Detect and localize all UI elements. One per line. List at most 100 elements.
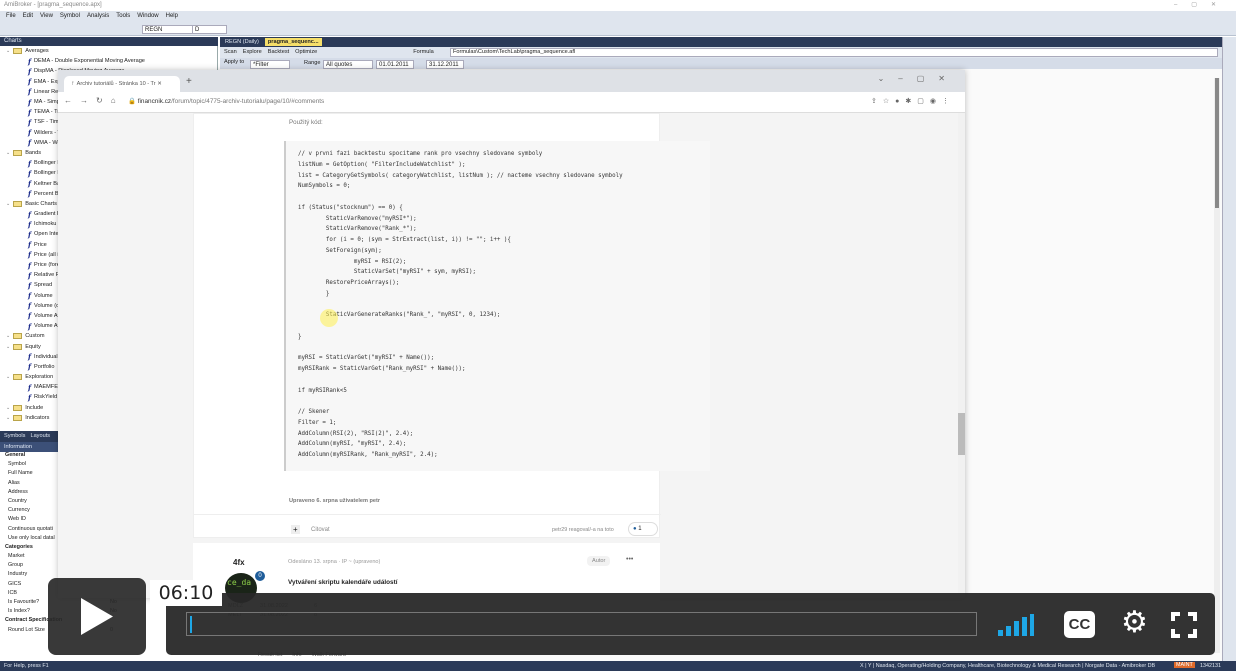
formula-icon: f <box>28 250 32 260</box>
info-label: Market <box>8 553 25 560</box>
info-label: Categories <box>5 543 33 550</box>
formula-icon: f <box>28 229 32 239</box>
chevron-icon[interactable]: ⌄ <box>6 344 10 350</box>
new-tab-button[interactable]: + <box>186 76 192 87</box>
interval-combo[interactable]: D <box>192 25 227 34</box>
formula-icon: f <box>28 66 32 76</box>
info-label: ICB <box>8 589 17 596</box>
volume-icon[interactable] <box>998 614 1034 636</box>
chevron-icon[interactable]: ⌄ <box>6 201 10 207</box>
folder-icon <box>13 149 23 156</box>
menu-edit[interactable]: Edit <box>23 13 33 21</box>
tree-label: Custom <box>25 333 45 340</box>
app-title: AmiBroker - [pragma_sequence.apx] <box>4 2 102 8</box>
tree-label: Equity <box>25 343 41 350</box>
reactions-text[interactable]: petr29 reagoval/-a na toto <box>552 527 614 533</box>
backtest-button[interactable]: Backtest <box>268 49 289 56</box>
menu-analysis[interactable]: Analysis <box>87 13 109 21</box>
to-date[interactable]: 31.12.2011 <box>426 60 464 69</box>
window-controls[interactable]: –▢✕ <box>1174 1 1230 8</box>
tree-label: RiskYield <box>34 394 58 401</box>
chevron-icon[interactable]: ⌄ <box>6 48 10 54</box>
info-label: Round Lot Size <box>8 626 45 633</box>
fullscreen-icon[interactable] <box>1171 612 1197 638</box>
tree-label: Indicators <box>25 414 50 421</box>
plus-icon[interactable]: + <box>291 525 300 534</box>
browser-tab[interactable]: f Archiv tutoriálů - Stránka 10 - Tr ✕ <box>64 76 180 92</box>
chevron-icon[interactable]: ⌄ <box>6 150 10 156</box>
from-date[interactable]: 01.01.2011 <box>376 60 414 69</box>
apply-to-select[interactable]: *Filter <box>250 60 290 69</box>
play-button[interactable] <box>48 578 146 655</box>
formula-icon: f <box>28 107 32 117</box>
reaction-badge[interactable]: ● 1 <box>628 522 658 536</box>
playhead[interactable] <box>189 616 192 633</box>
tab-pragma-sequence[interactable]: pragma_sequenc... <box>264 38 322 46</box>
folder-icon <box>13 333 23 340</box>
menu-window[interactable]: Window <box>137 13 158 21</box>
close-tab-icon[interactable]: ✕ <box>156 81 162 87</box>
formula-icon: f <box>28 362 32 372</box>
tree-label: Volume At <box>34 323 60 330</box>
nav-buttons[interactable]: ←→↻⌂ <box>64 96 124 105</box>
info-label: Full Name <box>8 470 33 477</box>
cc-icon[interactable]: CC <box>1064 611 1095 638</box>
chevron-icon[interactable]: ⌄ <box>6 333 10 339</box>
folder-icon <box>13 404 23 411</box>
formula-icon: f <box>28 270 32 280</box>
url-field[interactable]: 🔒 financnik.cz/forum/topic/4775-archiv-t… <box>128 97 324 105</box>
info-label: Is Index? <box>8 608 30 615</box>
menu-help[interactable]: Help <box>166 13 178 21</box>
status-info: X | Y | Nasdaq, Operating/Holding Compan… <box>860 663 1156 669</box>
info-label: Country <box>8 497 27 504</box>
menu-view[interactable]: View <box>40 13 53 21</box>
main-scrollbar[interactable] <box>1214 78 1220 653</box>
range-label: Range <box>304 60 321 66</box>
tab-symbols[interactable]: Symbols <box>4 433 25 440</box>
post-author[interactable]: 4fx <box>233 558 245 567</box>
status-help: For Help, press F1 <box>4 663 49 669</box>
tab-regn-daily[interactable]: REGN (Daily) <box>222 38 262 46</box>
info-label: General <box>5 452 26 458</box>
info-label: Currency <box>8 507 30 514</box>
explore-button[interactable]: Explore <box>243 49 262 56</box>
formula-icon: f <box>28 219 32 229</box>
tree-label: Individual <box>34 353 58 360</box>
settings-gear-icon[interactable]: ⚙ <box>1121 605 1148 640</box>
chevron-icon[interactable]: ⌄ <box>6 405 10 411</box>
range-select[interactable]: All quotes <box>323 60 373 69</box>
chevron-icon[interactable]: ⌄ <box>6 415 10 421</box>
tree-label: Spread <box>34 282 53 289</box>
formula-icon: f <box>28 158 32 168</box>
tree-label: Volume <box>34 292 53 299</box>
scan-button[interactable]: Scan <box>224 49 237 56</box>
browser-scrollbar[interactable] <box>958 113 965 598</box>
formula-label: Formula <box>413 49 434 55</box>
formula-icon: f <box>28 168 32 178</box>
menu-symbol[interactable]: Symbol <box>60 13 80 21</box>
chevron-icon[interactable]: ⌄ <box>6 374 10 380</box>
folder-icon <box>13 414 23 421</box>
menu-file[interactable]: File <box>6 13 16 21</box>
more-icon[interactable]: ••• <box>626 556 633 563</box>
symbol-combo[interactable]: REGN <box>142 25 197 34</box>
video-timeline[interactable] <box>186 612 977 636</box>
extension-icons[interactable]: ⇪☆●✱▢◉⋮ <box>871 97 955 105</box>
formula-icon: f <box>28 209 32 219</box>
formula-icon: f <box>28 97 32 107</box>
formula-icon: f <box>28 382 32 392</box>
tab-layouts[interactable]: Layouts <box>30 433 50 440</box>
info-label: Web ID <box>8 516 26 523</box>
tree-label: Exploration <box>25 374 54 381</box>
avatar-badge: 0 <box>255 571 265 581</box>
optimize-button[interactable]: Optimize <box>295 49 317 56</box>
menu-tools[interactable]: Tools <box>116 13 130 21</box>
tree-label: Portfolio <box>34 363 55 370</box>
info-label: Group <box>8 562 23 569</box>
status-count: 1342131 <box>1200 663 1221 669</box>
formula-path[interactable]: Formulas\Custom\TechLab\pragma_sequence.… <box>450 48 1218 57</box>
quote-button[interactable]: Citovat <box>311 527 330 533</box>
window-controls[interactable]: ⌄–▢✕ <box>878 74 959 83</box>
tree-formula[interactable]: f DEMA - Double Exponential Moving Averag… <box>0 56 217 66</box>
tree-folder[interactable]: ⌄ Averages <box>0 46 217 56</box>
